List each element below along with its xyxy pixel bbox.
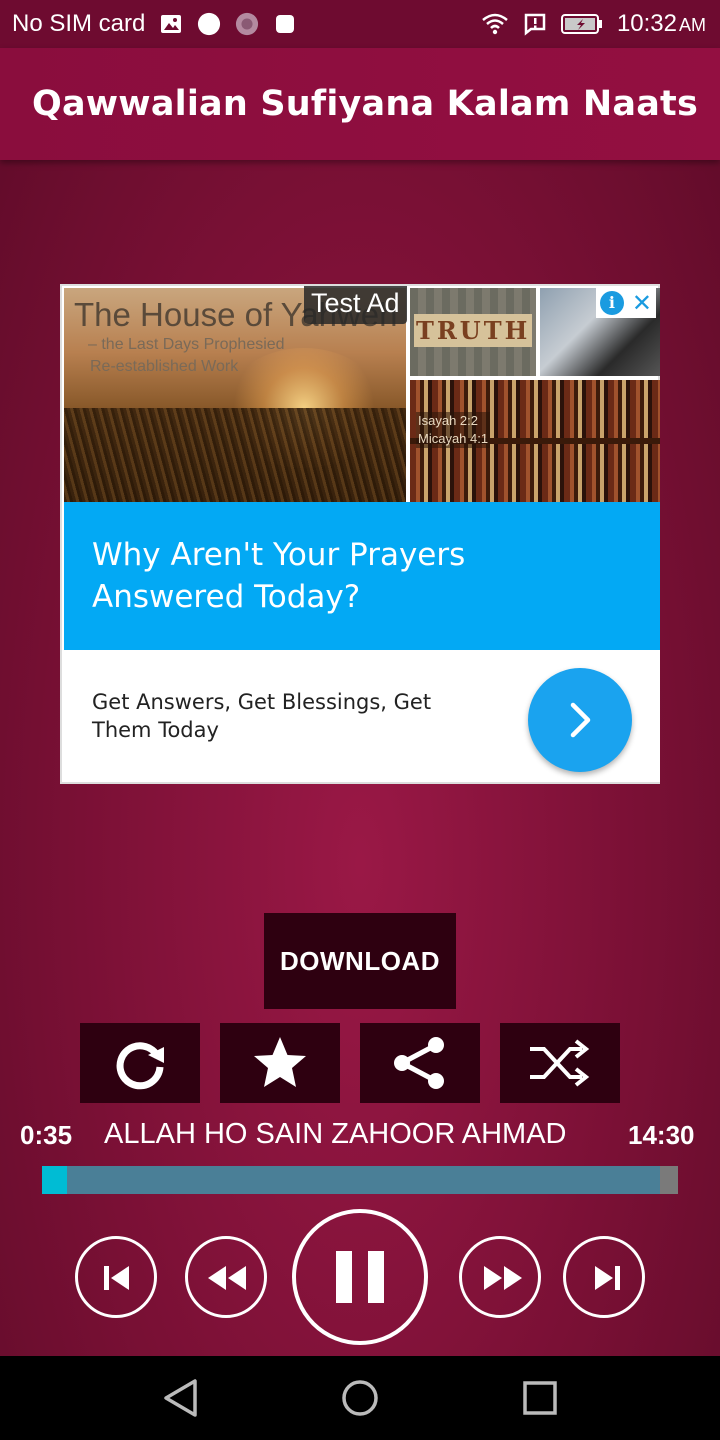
skip-next-icon <box>595 1266 620 1290</box>
back-icon[interactable] <box>162 1378 200 1418</box>
app-bar: Qawwalian Sufiyana Kalam Naats <box>0 48 720 160</box>
truth-letters: TRUTH <box>414 314 533 347</box>
skip-previous-button[interactable] <box>75 1236 157 1318</box>
shuffle-icon <box>530 1039 590 1087</box>
status-bar: No SIM card 10:32 AM <box>0 0 720 48</box>
circle-notification-icon <box>198 12 221 36</box>
clock: 10:32 AM <box>616 10 706 37</box>
repeat-icon <box>116 1042 164 1090</box>
app-title: Qawwalian Sufiyana Kalam Naats <box>32 84 698 124</box>
square-notification-icon <box>276 15 295 33</box>
recents-icon[interactable] <box>522 1378 558 1418</box>
skip-next-button[interactable] <box>563 1236 645 1318</box>
test-ad-badge: Test Ad <box>304 286 407 324</box>
seek-bar-end <box>660 1166 678 1194</box>
fast-forward-icon <box>484 1266 522 1290</box>
wheat-field <box>64 408 406 502</box>
fast-forward-button[interactable] <box>459 1236 541 1318</box>
rewind-icon <box>208 1266 246 1290</box>
home-icon[interactable] <box>341 1378 379 1418</box>
ad-body-panel[interactable]: Get Answers, Get Blessings, Get Them Tod… <box>64 650 660 782</box>
favorite-star-icon <box>254 1037 306 1087</box>
download-button[interactable]: DOWNLOAD <box>264 913 456 1009</box>
duration-time: 14:30 <box>628 1120 695 1150</box>
image-notification-icon <box>161 15 182 33</box>
chevron-right-icon <box>570 702 591 738</box>
battery-icon <box>560 14 602 34</box>
ad-banner[interactable]: The House of Yahweh – the Last Days Prop… <box>60 284 660 784</box>
ad-cta-button[interactable] <box>528 668 632 772</box>
flower-notification-icon <box>236 12 259 36</box>
skip-previous-icon <box>104 1266 129 1290</box>
share-icon <box>394 1037 444 1089</box>
elapsed-time: 0:35 <box>20 1120 73 1150</box>
navigation-bar <box>0 1356 720 1440</box>
ad-image-truth[interactable]: TRUTH <box>410 288 536 376</box>
repeat-button[interactable] <box>80 1023 200 1103</box>
ad-image-bookshelf[interactable]: Isayah 2:2 Micayah 4:1 <box>410 380 660 502</box>
alert-icon <box>524 13 546 36</box>
favorite-button[interactable] <box>220 1023 340 1103</box>
seek-bar[interactable] <box>42 1166 678 1194</box>
ad-close-icon[interactable]: ✕ <box>632 291 652 315</box>
shuffle-button[interactable] <box>500 1023 620 1103</box>
share-button[interactable] <box>360 1023 480 1103</box>
ad-image-sub2: Re-established Work <box>90 358 239 375</box>
carrier-text: No SIM card <box>12 10 146 37</box>
ad-books-caption: Isayah 2:2 Micayah 4:1 <box>416 412 491 448</box>
ad-headline-panel[interactable]: Why Aren't Your Prayers Answered Today? <box>64 502 660 650</box>
ad-body-text: Get Answers, Get Blessings, Get Them Tod… <box>92 690 432 742</box>
pause-icon <box>336 1251 384 1303</box>
seek-bar-played <box>42 1166 68 1194</box>
ad-image-sub1: – the Last Days Prophesied <box>88 336 285 353</box>
pause-button[interactable] <box>292 1209 428 1345</box>
ad-info-icon[interactable]: i <box>599 291 624 315</box>
song-title: ALLAH HO SAIN ZAHOOR AHMAD <box>104 1118 567 1150</box>
ad-choices[interactable]: i ✕ <box>596 288 656 318</box>
ad-headline: Why Aren't Your Prayers Answered Today? <box>92 537 466 615</box>
rewind-button[interactable] <box>185 1236 267 1318</box>
wifi-icon <box>482 13 508 35</box>
